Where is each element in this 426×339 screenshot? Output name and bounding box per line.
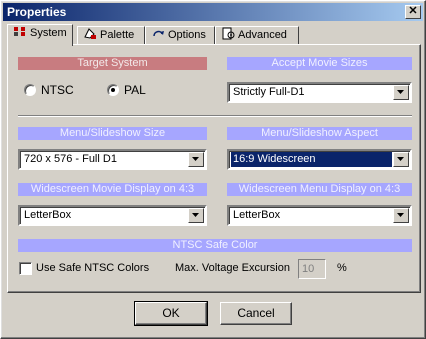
menu-aspect-select[interactable]: 16:9 Widescreen — [227, 149, 412, 170]
tab-palette[interactable]: Palette — [77, 26, 145, 45]
menu-aspect-value: 16:9 Widescreen — [231, 152, 392, 167]
ok-button[interactable]: OK — [134, 301, 208, 326]
ntsc-radio-dot[interactable] — [24, 84, 36, 96]
pal-radio-label: PAL — [124, 83, 146, 97]
tab-palette-label: Palette — [100, 29, 135, 41]
chevron-down-icon[interactable] — [393, 152, 409, 167]
cancel-button[interactable]: Cancel — [220, 302, 292, 325]
widescreen-movie-value: LetterBox — [24, 209, 72, 221]
voltage-input[interactable]: 10 — [298, 259, 326, 279]
system-panel: Target System NTSC PAL Accept Movie Size… — [7, 44, 421, 293]
ntsc-radio-label: NTSC — [41, 83, 74, 97]
safe-ntsc-checkbox[interactable] — [19, 262, 32, 275]
tab-options-label: Options — [168, 29, 206, 41]
advanced-icon — [221, 27, 235, 40]
close-icon[interactable]: ✕ — [405, 5, 421, 19]
menu-size-value: 720 x 576 - Full D1 — [24, 153, 117, 165]
safe-ntsc-label: Use Safe NTSC Colors — [36, 262, 150, 274]
ntsc-safe-header: NTSC Safe Color — [18, 239, 412, 252]
widescreen-menu-header: Widescreen Menu Display on 4:3 — [227, 183, 412, 196]
pal-radio-dot[interactable] — [107, 84, 119, 96]
widescreen-menu-select[interactable]: LetterBox — [227, 205, 412, 226]
chevron-down-icon[interactable] — [393, 208, 409, 223]
voltage-label: Max. Voltage Excursion — [175, 262, 290, 274]
target-system-header: Target System — [18, 57, 207, 70]
widescreen-movie-header: Widescreen Movie Display on 4:3 — [18, 183, 207, 196]
system-icon — [13, 25, 27, 38]
chevron-down-icon[interactable] — [188, 152, 204, 167]
tab-options[interactable]: Options — [145, 26, 215, 45]
ntsc-radio[interactable]: NTSC — [24, 83, 84, 97]
window-title: Properties — [7, 5, 67, 19]
pal-radio[interactable]: PAL — [107, 83, 167, 97]
tab-system[interactable]: System — [7, 24, 73, 46]
accept-movie-sizes-value: Strictly Full-D1 — [233, 86, 305, 98]
menu-size-header: Menu/Slideshow Size — [18, 127, 207, 140]
tab-advanced-label: Advanced — [238, 29, 287, 41]
chevron-down-icon[interactable] — [188, 208, 204, 223]
palette-icon — [83, 27, 97, 40]
properties-dialog: Properties ✕ System Palette Options Adva… — [0, 0, 426, 339]
options-icon — [151, 27, 165, 40]
voltage-unit: % — [337, 262, 347, 274]
menu-size-select[interactable]: 720 x 576 - Full D1 — [18, 149, 207, 170]
tab-advanced[interactable]: Advanced — [215, 26, 299, 45]
tab-system-label: System — [30, 27, 67, 39]
menu-aspect-header: Menu/Slideshow Aspect — [227, 127, 412, 140]
divider — [18, 115, 412, 117]
accept-movie-sizes-select[interactable]: Strictly Full-D1 — [227, 82, 412, 103]
accept-movie-sizes-header: Accept Movie Sizes — [227, 57, 412, 70]
chevron-down-icon[interactable] — [393, 85, 409, 100]
title-bar[interactable]: Properties ✕ — [3, 3, 423, 21]
widescreen-menu-value: LetterBox — [233, 209, 281, 221]
widescreen-movie-select[interactable]: LetterBox — [18, 205, 207, 226]
